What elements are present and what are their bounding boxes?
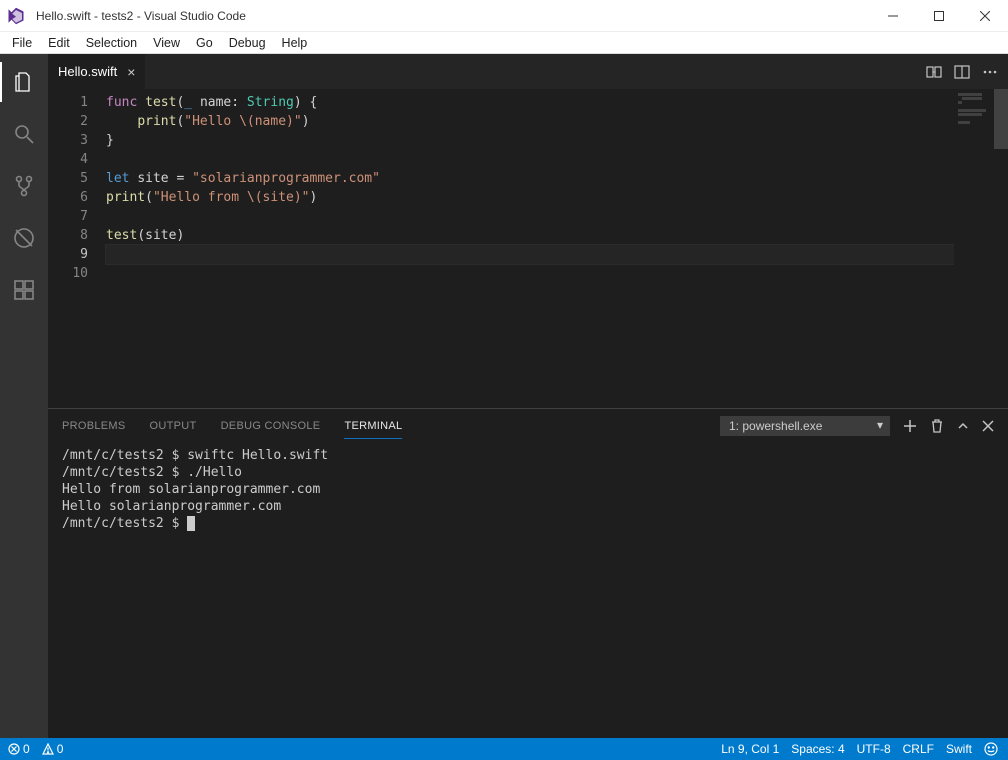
panel-tab-debug-console[interactable]: DEBUG CONSOLE (221, 420, 321, 432)
panel-maximize-icon[interactable] (956, 419, 970, 433)
status-encoding[interactable]: UTF-8 (857, 742, 891, 756)
menubar: FileEditSelectionViewGoDebugHelp (0, 32, 1008, 54)
panel-tab-terminal[interactable]: TERMINAL (344, 420, 402, 439)
status-language[interactable]: Swift (946, 742, 972, 756)
window-titlebar: Hello.swift - tests2 - Visual Studio Cod… (0, 0, 1008, 32)
menu-help[interactable]: Help (274, 36, 316, 50)
status-errors[interactable]: 0 (8, 742, 30, 756)
window-title: Hello.swift - tests2 - Visual Studio Cod… (32, 9, 870, 23)
tabs-bar: Hello.swift × (48, 54, 1008, 89)
close-tab-icon[interactable]: × (127, 64, 135, 80)
panel-tab-problems[interactable]: PROBLEMS (62, 420, 126, 432)
terminal-selector[interactable]: 1: powershell.exe (720, 416, 890, 436)
minimap[interactable] (954, 89, 994, 408)
kill-terminal-icon[interactable] (930, 419, 944, 433)
app-icon (0, 7, 32, 25)
search-icon[interactable] (0, 114, 48, 154)
line-gutter: 12345678910 (48, 89, 106, 408)
explorer-icon[interactable] (0, 62, 48, 102)
tab-hello-swift[interactable]: Hello.swift × (48, 54, 146, 89)
feedback-icon[interactable] (984, 742, 998, 756)
status-warnings[interactable]: 0 (42, 742, 64, 756)
panel-close-icon[interactable] (982, 420, 994, 432)
menu-selection[interactable]: Selection (78, 36, 145, 50)
status-bar: 0 0 Ln 9, Col 1 Spaces: 4 UTF-8 CRLF Swi… (0, 738, 1008, 760)
menu-debug[interactable]: Debug (221, 36, 274, 50)
code-area[interactable]: func test(_ name: String) { print("Hello… (106, 89, 954, 408)
menu-go[interactable]: Go (188, 36, 221, 50)
panel-tab-output[interactable]: OUTPUT (150, 420, 197, 432)
split-editor-icon[interactable] (954, 64, 970, 80)
new-terminal-icon[interactable] (902, 418, 918, 434)
menu-file[interactable]: File (4, 36, 40, 50)
compare-icon[interactable] (926, 64, 942, 80)
status-indentation[interactable]: Spaces: 4 (791, 742, 844, 756)
menu-view[interactable]: View (145, 36, 188, 50)
debug-icon[interactable] (0, 218, 48, 258)
menu-edit[interactable]: Edit (40, 36, 78, 50)
tab-label: Hello.swift (58, 64, 117, 79)
extensions-icon[interactable] (0, 270, 48, 310)
maximize-button[interactable] (916, 0, 962, 32)
editor[interactable]: 12345678910 func test(_ name: String) { … (48, 89, 1008, 408)
minimize-button[interactable] (870, 0, 916, 32)
status-cursor-pos[interactable]: Ln 9, Col 1 (721, 742, 779, 756)
activity-bar (0, 54, 48, 738)
panel: PROBLEMS OUTPUT DEBUG CONSOLE TERMINAL 1: po… (48, 408, 1008, 738)
editor-vscroll[interactable] (994, 89, 1008, 408)
terminal-output[interactable]: /mnt/c/tests2 $ swiftc Hello.swift/mnt/c… (48, 443, 1008, 738)
source-control-icon[interactable] (0, 166, 48, 206)
close-button[interactable] (962, 0, 1008, 32)
panel-tabs: PROBLEMS OUTPUT DEBUG CONSOLE TERMINAL 1: po… (48, 409, 1008, 443)
more-actions-icon[interactable] (982, 64, 998, 80)
status-eol[interactable]: CRLF (903, 742, 934, 756)
